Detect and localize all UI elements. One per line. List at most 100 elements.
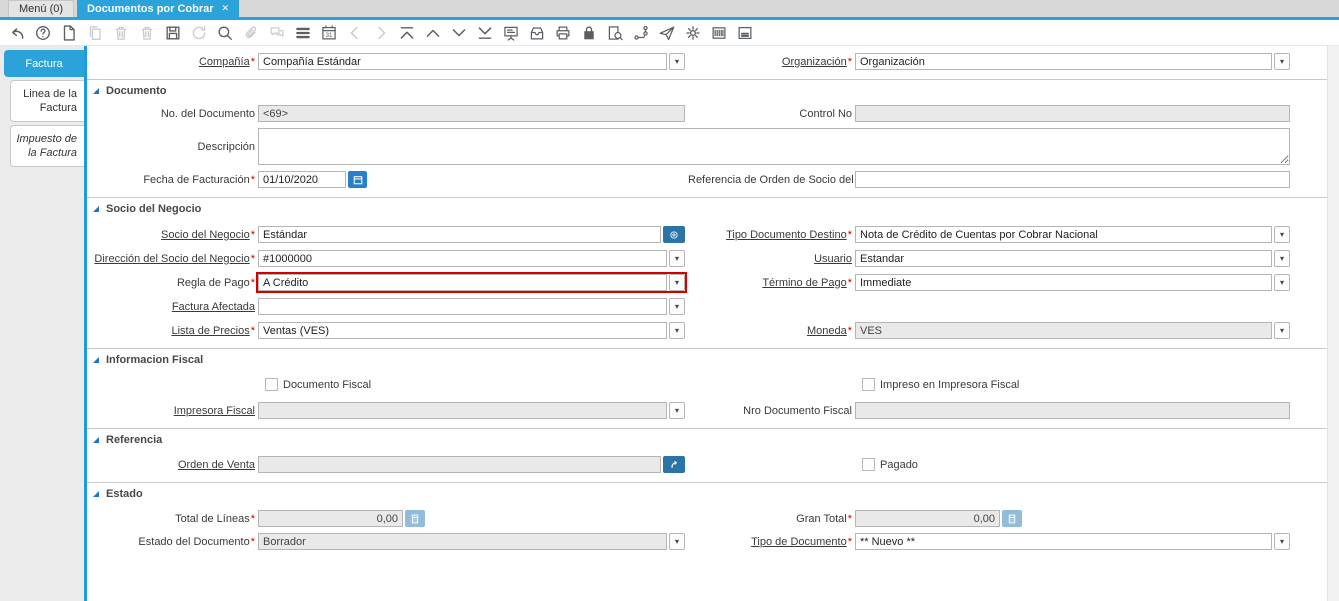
send-mail-icon[interactable] [658, 24, 676, 42]
chevron-down-icon[interactable]: ▾ [1274, 226, 1290, 243]
direccion-socio-combobox[interactable]: #1000000▾ [258, 250, 685, 267]
organizacion-label-link[interactable]: Organización [782, 56, 847, 68]
chevron-down-icon[interactable]: ▾ [669, 274, 685, 291]
tab-factura-label: Factura [25, 58, 62, 70]
tab-impuesto-label: Impuesto de la Factura [16, 133, 77, 159]
chevron-down-icon: ▾ [669, 402, 685, 419]
chevron-down-icon[interactable]: ▾ [1274, 250, 1290, 267]
pagado-checkbox[interactable] [862, 458, 875, 471]
direccion-socio-label-link[interactable]: Dirección del Socio del Negocio [94, 253, 249, 265]
impreso-impresora-fiscal-checkbox[interactable] [862, 378, 875, 391]
report-icon[interactable] [736, 24, 754, 42]
collapse-icon[interactable] [93, 206, 99, 212]
section-estado[interactable]: Estado [87, 482, 1327, 500]
undo-icon[interactable] [8, 24, 26, 42]
toolbar: 31 [0, 20, 1339, 46]
lista-precios-combobox[interactable]: Ventas (VES)▾ [258, 322, 685, 339]
form-view-icon[interactable] [502, 24, 520, 42]
zoom-across-icon[interactable] [606, 24, 624, 42]
order-search-button[interactable] [663, 456, 685, 473]
vertical-tab-sidebar: Factura Linea de la Factura Impuesto de … [0, 46, 84, 601]
collapse-icon[interactable] [93, 357, 99, 363]
workflow-icon[interactable] [632, 24, 650, 42]
section-socio-del-negocio[interactable]: Socio del Negocio [87, 197, 1327, 215]
calculator-icon[interactable] [1002, 510, 1022, 527]
tab-documentos-por-cobrar[interactable]: Documentos por Cobrar ✕ [77, 0, 239, 17]
refresh-icon [190, 24, 208, 42]
referencia-orden-input[interactable] [855, 171, 1290, 188]
parent-record-icon[interactable] [424, 24, 442, 42]
new-record-icon[interactable] [60, 24, 78, 42]
business-partner-info-button[interactable] [663, 226, 685, 243]
tipo-doc-destino-combobox[interactable]: Nota de Crédito de Cuentas por Cobrar Na… [855, 226, 1290, 243]
impresora-fiscal-label-link[interactable]: Impresora Fiscal [174, 405, 255, 417]
tab-impuesto-de-la-factura[interactable]: Impuesto de la Factura [10, 125, 84, 167]
termino-pago-combobox[interactable]: Immediate▾ [855, 274, 1290, 291]
preferences-icon[interactable] [684, 24, 702, 42]
chevron-down-icon[interactable]: ▾ [1274, 533, 1290, 550]
collapse-icon[interactable] [93, 88, 99, 94]
grid-toggle-icon[interactable] [294, 24, 312, 42]
tab-linea-de-la-factura[interactable]: Linea de la Factura [10, 80, 84, 122]
organizacion-combobox[interactable]: Organización▾ [855, 53, 1290, 70]
section-documento[interactable]: Documento [87, 79, 1327, 97]
lista-precios-label-link[interactable]: Lista de Precios [171, 325, 249, 337]
chevron-down-icon[interactable]: ▾ [669, 533, 685, 550]
fecha-facturacion-input[interactable]: 01/10/2020 [258, 171, 346, 188]
tipo-documento-label-link[interactable]: Tipo de Documento [751, 536, 847, 548]
impresora-fiscal-combobox: ▾ [258, 402, 685, 419]
chevron-down-icon[interactable]: ▾ [669, 53, 685, 70]
help-icon[interactable] [34, 24, 52, 42]
compania-combobox[interactable]: Compañía Estándar▾ [258, 53, 685, 70]
first-record-icon[interactable] [398, 24, 416, 42]
find-icon[interactable] [216, 24, 234, 42]
documento-fiscal-checkbox[interactable] [265, 378, 278, 391]
tab-factura[interactable]: Factura [4, 50, 84, 77]
delete-selection-icon [138, 24, 156, 42]
tab-menu[interactable]: Menú (0) [8, 0, 74, 17]
socio-input[interactable]: Estándar [258, 226, 661, 243]
calendar-button[interactable] [348, 171, 367, 188]
collapse-icon[interactable] [93, 437, 99, 443]
control-no-field [855, 105, 1290, 122]
chevron-down-icon[interactable]: ▾ [1274, 53, 1290, 70]
chevron-down-icon[interactable]: ▾ [1274, 274, 1290, 291]
factura-afectada-label-link[interactable]: Factura Afectada [172, 301, 255, 313]
gran-total-field: 0,00 [855, 510, 1000, 527]
chevron-down-icon: ▾ [1274, 322, 1290, 339]
moneda-label-link[interactable]: Moneda [807, 325, 847, 337]
section-referencia[interactable]: Referencia [87, 428, 1327, 446]
calculator-icon[interactable] [405, 510, 425, 527]
usuario-label-link[interactable]: Usuario [814, 253, 852, 265]
chevron-down-icon[interactable]: ▾ [669, 322, 685, 339]
attachment-icon [242, 24, 260, 42]
termino-pago-label-link[interactable]: Término de Pago [762, 277, 846, 289]
export-icon[interactable] [710, 24, 728, 42]
collapse-icon[interactable] [93, 491, 99, 497]
detail-record-icon[interactable] [450, 24, 468, 42]
tipo-doc-destino-label-link[interactable]: Tipo Documento Destino [726, 229, 847, 241]
factura-afectada-combobox[interactable]: ▾ [258, 298, 685, 315]
estado-documento-combobox[interactable]: Borrador▾ [258, 533, 685, 550]
chevron-down-icon[interactable]: ▾ [669, 298, 685, 315]
window-tab-bar: Menú (0) Documentos por Cobrar ✕ [0, 0, 1339, 17]
compania-label-link[interactable]: Compañía [199, 56, 250, 68]
socio-label-link[interactable]: Socio del Negocio [161, 229, 250, 241]
close-tab-icon[interactable]: ✕ [222, 3, 230, 14]
history-icon[interactable]: 31 [320, 24, 338, 42]
save-icon[interactable] [164, 24, 182, 42]
regla-pago-combobox-highlighted[interactable]: A Crédito▾ [258, 274, 685, 291]
vertical-scrollbar[interactable] [1327, 46, 1339, 601]
print-icon[interactable] [554, 24, 572, 42]
last-record-icon[interactable] [476, 24, 494, 42]
archive-icon[interactable] [528, 24, 546, 42]
lock-icon[interactable] [580, 24, 598, 42]
chevron-down-icon[interactable]: ▾ [669, 250, 685, 267]
tipo-documento-combobox[interactable]: ** Nuevo **▾ [855, 533, 1290, 550]
usuario-combobox[interactable]: Estandar▾ [855, 250, 1290, 267]
section-informacion-fiscal[interactable]: Informacion Fiscal [87, 348, 1327, 366]
chat-icon [268, 24, 286, 42]
orden-venta-label-link[interactable]: Orden de Venta [178, 459, 255, 471]
description-textarea[interactable] [258, 128, 1290, 165]
moneda-combobox: VES▾ [855, 322, 1290, 339]
